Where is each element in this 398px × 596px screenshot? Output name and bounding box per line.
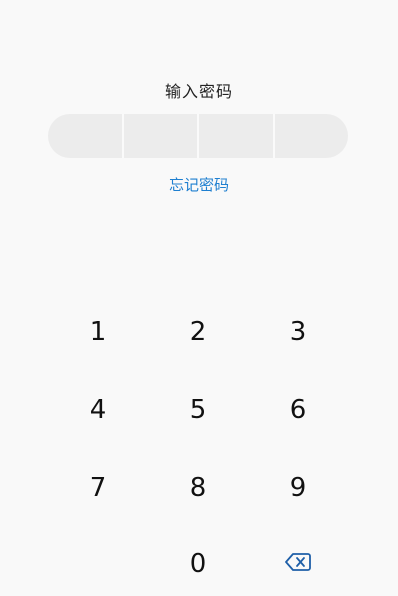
pin-cell xyxy=(121,114,198,158)
pin-cell xyxy=(48,114,122,158)
key-5[interactable]: 5 xyxy=(148,378,248,442)
key-0[interactable]: 0 xyxy=(148,532,248,596)
pin-cell xyxy=(197,114,273,158)
key-3[interactable]: 3 xyxy=(248,300,348,364)
key-2[interactable]: 2 xyxy=(148,300,248,364)
key-4[interactable]: 4 xyxy=(48,378,148,442)
key-7[interactable]: 7 xyxy=(48,456,148,520)
pin-input[interactable] xyxy=(48,114,348,158)
pin-cell xyxy=(272,114,349,158)
key-6[interactable]: 6 xyxy=(248,378,348,442)
key-9[interactable]: 9 xyxy=(248,456,348,520)
forgot-password-link[interactable]: 忘记密码 xyxy=(0,174,398,195)
backspace-icon xyxy=(285,553,311,575)
backspace-button[interactable] xyxy=(248,534,348,594)
key-1[interactable]: 1 xyxy=(48,300,148,364)
key-8[interactable]: 8 xyxy=(148,456,248,520)
page-title: 输入密码 xyxy=(164,82,233,101)
